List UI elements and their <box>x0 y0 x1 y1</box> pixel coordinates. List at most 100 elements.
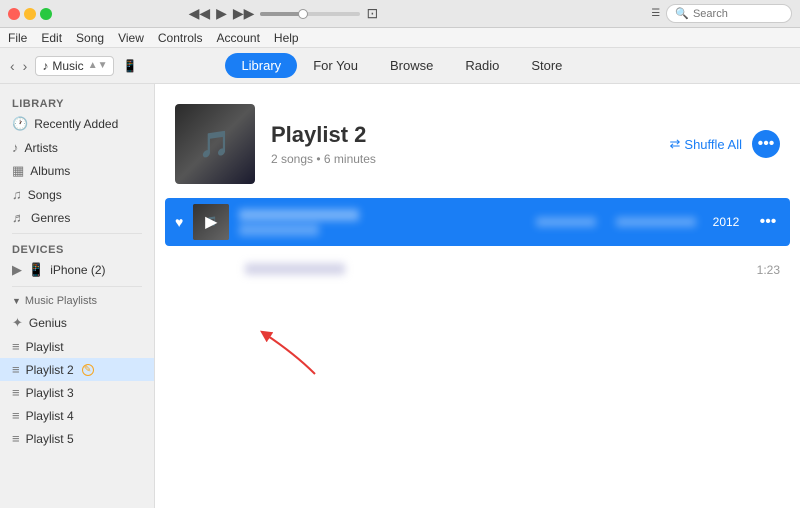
phone-icon: 📱 <box>122 59 137 73</box>
list-view-button[interactable]: ☰ <box>651 8 660 19</box>
music-art-icon: 🎵 <box>199 129 231 160</box>
blurred-title <box>239 209 359 221</box>
sidebar-item-iphone[interactable]: ▶ 📱 iPhone (2) <box>0 258 154 282</box>
genius-icon: ✦ <box>12 315 23 331</box>
sidebar-item-genres[interactable]: ♬ Genres <box>0 206 154 229</box>
playlist5-icon: ≡ <box>12 431 20 446</box>
library-section-title: Library <box>0 92 154 112</box>
albums-icon: ▦ <box>12 163 24 179</box>
tab-for-you[interactable]: For You <box>297 53 374 78</box>
progress-fill <box>260 12 300 16</box>
artists-icon: ♪ <box>12 140 19 155</box>
iphone-expand-icon: ▶ <box>12 262 22 278</box>
nav-bar: ‹ › ♪ Music ▲▼ 📱 Library For You Browse … <box>0 48 800 84</box>
title-bar-right: ☰ 🔍 <box>651 4 792 23</box>
tab-library[interactable]: Library <box>225 53 297 78</box>
menu-controls[interactable]: Controls <box>158 31 203 45</box>
play-button[interactable]: ▶ <box>216 5 227 22</box>
playlists-section-title: Music Playlists <box>25 295 97 307</box>
prev-button[interactable]: ◀◀ <box>189 5 211 22</box>
devices-section-title: Devices <box>0 238 154 258</box>
track-artist <box>239 224 462 236</box>
blurred-title2 <box>245 263 345 275</box>
tab-browse[interactable]: Browse <box>374 53 449 78</box>
minimize-button[interactable] <box>24 8 36 20</box>
sidebar-label-playlist: Playlist <box>26 340 64 354</box>
track-right <box>473 217 696 227</box>
forward-button[interactable]: › <box>23 58 28 74</box>
content-area: 🎵 Playlist 2 2 songs • 6 minutes ⇄ Shuff… <box>155 84 800 508</box>
track-row[interactable]: ♥ 🎵 ▶ <box>165 198 790 246</box>
main-layout: Library 🕐 Recently Added ♪ Artists ▦ Alb… <box>0 84 800 508</box>
sidebar-label-albums: Albums <box>30 164 70 178</box>
track-more-button[interactable]: ••• <box>756 213 780 231</box>
music-selector[interactable]: ♪ Music ▲▼ <box>35 56 114 76</box>
playlist-icon: ≡ <box>12 339 20 354</box>
playing-icon: ▶ <box>205 212 217 232</box>
menu-file[interactable]: File <box>8 31 27 45</box>
shuffle-label: Shuffle All <box>684 137 742 152</box>
sidebar-label-playlist4: Playlist 4 <box>26 409 74 423</box>
transport-controls: ◀◀ ▶ ▶▶ ⊡ <box>189 5 379 22</box>
title-bar: ◀◀ ▶ ▶▶ ⊡ ☰ 🔍 <box>0 0 800 28</box>
blurred-album <box>536 217 596 227</box>
sidebar-item-playlist2[interactable]: ≡ Playlist 2 ✎ <box>0 358 154 381</box>
window-controls <box>8 8 52 20</box>
shuffle-button[interactable]: ⇄ Shuffle All <box>670 136 743 152</box>
airplay-button[interactable]: ⊡ <box>366 5 378 22</box>
playlists-divider <box>12 286 142 287</box>
close-button[interactable] <box>8 8 20 20</box>
sidebar-item-albums[interactable]: ▦ Albums <box>0 159 154 183</box>
sidebar: Library 🕐 Recently Added ♪ Artists ▦ Alb… <box>0 84 155 508</box>
menu-song[interactable]: Song <box>76 31 104 45</box>
music-label: Music <box>52 59 83 73</box>
sidebar-label-playlist2: Playlist 2 <box>26 363 74 377</box>
sidebar-item-songs[interactable]: ♫ Songs <box>0 183 154 206</box>
search-box[interactable]: 🔍 <box>666 4 792 23</box>
more-options-button[interactable]: ••• <box>752 130 780 158</box>
sidebar-item-artists[interactable]: ♪ Artists <box>0 136 154 159</box>
devices-divider <box>12 233 142 234</box>
playlists-section-header[interactable]: ▼ Music Playlists <box>0 291 154 311</box>
sidebar-item-playlist5[interactable]: ≡ Playlist 5 <box>0 427 154 450</box>
edit-indicator: ✎ <box>82 364 94 376</box>
menu-account[interactable]: Account <box>217 31 260 45</box>
progress-bar[interactable] <box>260 12 360 16</box>
sidebar-label-artists: Artists <box>25 141 58 155</box>
sidebar-item-genius[interactable]: ✦ Genius <box>0 311 154 335</box>
back-button[interactable]: ‹ <box>10 58 15 74</box>
menu-help[interactable]: Help <box>274 31 299 45</box>
sidebar-label-playlist5: Playlist 5 <box>26 432 74 446</box>
heart-button[interactable]: ♥ <box>175 214 183 230</box>
sidebar-item-playlist3[interactable]: ≡ Playlist 3 <box>0 381 154 404</box>
playlist-artwork: 🎵 <box>175 104 255 184</box>
maximize-button[interactable] <box>40 8 52 20</box>
sidebar-label-songs: Songs <box>28 188 62 202</box>
menu-view[interactable]: View <box>118 31 144 45</box>
playlists-expand-icon: ▼ <box>12 296 21 306</box>
next-button[interactable]: ▶▶ <box>233 5 255 22</box>
tab-store[interactable]: Store <box>515 53 578 78</box>
track-year: 2012 <box>706 215 746 229</box>
track-title <box>245 263 730 278</box>
shuffle-icon: ⇄ <box>670 136 681 152</box>
search-input[interactable] <box>693 8 783 20</box>
tab-radio[interactable]: Radio <box>449 53 515 78</box>
track-list: ♥ 🎵 ▶ <box>155 198 800 294</box>
sidebar-label-playlist3: Playlist 3 <box>26 386 74 400</box>
chevron-icon: ▲▼ <box>88 60 108 71</box>
playlist-header: 🎵 Playlist 2 2 songs • 6 minutes ⇄ Shuff… <box>155 84 800 198</box>
search-icon: 🔍 <box>675 7 689 20</box>
nav-tabs: Library For You Browse Radio Store <box>225 53 578 78</box>
track-spacer <box>199 252 235 288</box>
track-info <box>239 209 462 236</box>
sidebar-label-recently-added: Recently Added <box>34 117 118 131</box>
sidebar-item-playlist4[interactable]: ≡ Playlist 4 <box>0 404 154 427</box>
playlist-art-inner: 🎵 <box>175 104 255 184</box>
track-time: 1:23 <box>740 263 780 277</box>
progress-thumb <box>298 9 308 19</box>
sidebar-item-recently-added[interactable]: 🕐 Recently Added <box>0 112 154 136</box>
menu-edit[interactable]: Edit <box>41 31 62 45</box>
track-row[interactable]: 1:23 <box>165 246 790 294</box>
sidebar-item-playlist[interactable]: ≡ Playlist <box>0 335 154 358</box>
